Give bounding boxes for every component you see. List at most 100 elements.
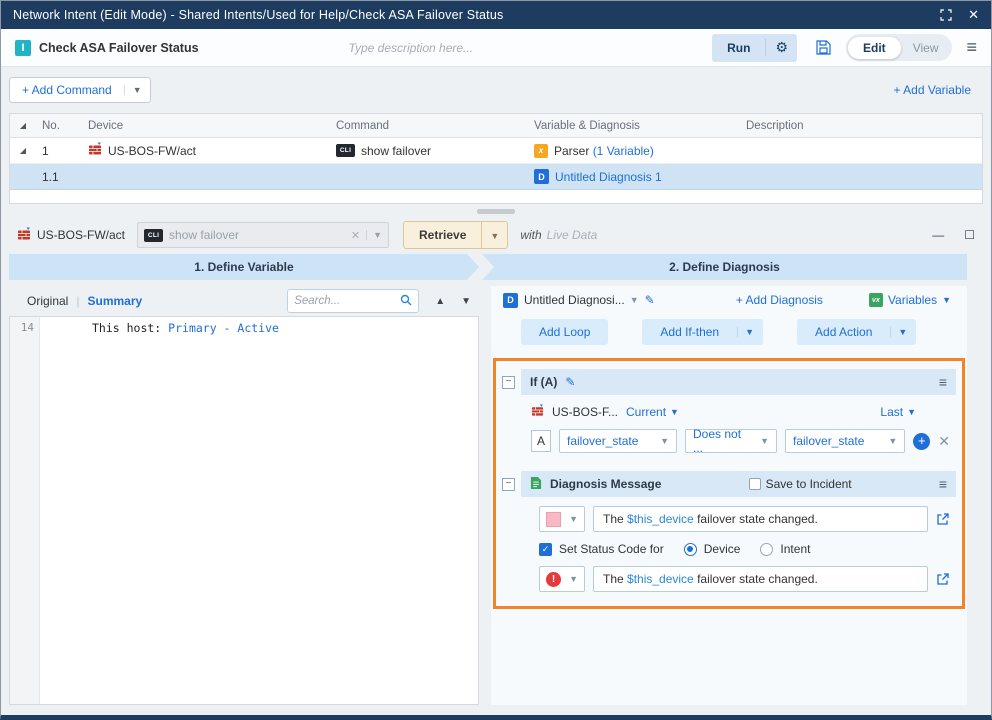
chevron-down-icon: ▼ (630, 295, 639, 305)
status-code-select[interactable]: ! ▼ (539, 566, 585, 592)
table-row[interactable]: 1.1 D Untitled Diagnosis 1 (10, 164, 982, 190)
retrieve-button[interactable]: Retrieve (404, 222, 481, 248)
radio-intent[interactable] (760, 543, 773, 556)
radio-device[interactable] (684, 543, 697, 556)
command-table: ◢ No. Device Command Variable & Diagnosi… (9, 113, 983, 204)
tab-summary[interactable]: Summary (87, 294, 142, 308)
description-input[interactable] (349, 41, 673, 55)
step-bands: 1. Define Variable 2. Define Diagnosis (9, 254, 967, 280)
run-settings-gear-icon[interactable]: ⚙ (765, 39, 797, 56)
view-mode-button[interactable]: View (901, 37, 951, 59)
device-name: US-BOS-FW/act (37, 228, 125, 242)
table-row[interactable]: ◢ 1 US-BOS-FW/act CLI show failover (10, 138, 982, 164)
retrieve-button-group: Retrieve ▼ (403, 221, 508, 249)
edit-mode-button[interactable]: Edit (848, 37, 901, 59)
horizontal-splitter[interactable] (1, 204, 991, 218)
close-icon[interactable]: ✕ (968, 7, 979, 23)
variable2-select[interactable]: failover_state ▼ (785, 429, 905, 453)
maximize-icon[interactable] (940, 9, 952, 21)
diagnosis-panel: D Untitled Diagnosi... ▼ ✎ + Add Diagnos… (491, 286, 967, 705)
error-status-icon: ! (546, 572, 561, 587)
chevron-down-icon: ▼ (888, 436, 897, 446)
highlighted-value: Primary - Active (168, 321, 279, 335)
add-if-then-button[interactable]: Add If-then ▼ (642, 319, 763, 345)
block-menu-icon[interactable]: ≡ (939, 374, 947, 390)
network-intent-window: Network Intent (Edit Mode) - Shared Inte… (0, 0, 992, 720)
splitter-handle[interactable] (477, 209, 515, 214)
operator-select[interactable]: Does not ... ▼ (685, 429, 777, 453)
message-block-header: Diagnosis Message Save to Incident ≡ (521, 471, 956, 497)
variable-token: $this_device (627, 512, 694, 526)
chevron-down-icon[interactable]: ▼ (737, 327, 763, 337)
row-collapse-icon[interactable]: ◢ (10, 146, 36, 155)
remove-condition-icon[interactable]: ✕ (938, 433, 950, 450)
diagnosis-link[interactable]: D Untitled Diagnosis 1 (534, 169, 746, 184)
diagnosis-name-dropdown[interactable]: Untitled Diagnosi... ▼ (524, 293, 639, 307)
variables-dropdown[interactable]: vx Variables ▼ (869, 293, 957, 307)
command-combobox[interactable]: CLI show failover ✕ ▼ (137, 222, 389, 248)
message-color-select[interactable]: ▼ (539, 506, 585, 532)
prev-match-icon[interactable]: ▲ (435, 296, 445, 307)
variable1-select[interactable]: failover_state ▼ (559, 429, 677, 453)
save-icon[interactable] (815, 39, 832, 56)
chevron-down-icon[interactable]: ▼ (481, 222, 507, 248)
message-title: Diagnosis Message (550, 477, 661, 491)
save-to-incident-checkbox[interactable] (749, 478, 761, 490)
edit-view-toggle: Edit View (846, 34, 952, 61)
command-text: show failover (361, 144, 431, 158)
edit-pencil-icon[interactable]: ✎ (565, 375, 575, 389)
table-empty-space (10, 190, 982, 203)
set-status-checkbox[interactable]: ✓ (539, 543, 552, 556)
variable-output: 14 This host: Primary - Active (9, 316, 479, 705)
clear-icon[interactable]: ✕ (351, 229, 360, 242)
col-device: Device (88, 120, 336, 132)
search-input[interactable] (294, 295, 396, 307)
chevron-down-icon: ▼ (907, 407, 916, 417)
diagnosis-icon: D (503, 293, 518, 308)
diagnosis-message-input[interactable]: The $this_device failover state changed. (593, 506, 928, 532)
chevron-down-icon[interactable]: ▼ (124, 85, 150, 95)
menu-icon[interactable]: ≡ (966, 37, 977, 58)
next-match-icon[interactable]: ▼ (461, 296, 471, 307)
app-header: I Check ASA Failover Status Run ⚙ Edit V… (1, 29, 991, 67)
open-editor-icon[interactable] (936, 572, 950, 586)
collapse-message-icon[interactable]: − (502, 478, 515, 491)
add-loop-button[interactable]: Add Loop (521, 319, 608, 345)
search-icon[interactable] (400, 294, 412, 309)
collapse-if-icon[interactable]: − (502, 376, 515, 389)
collapse-all-icon[interactable]: ◢ (10, 121, 36, 130)
with-label: with (520, 228, 541, 242)
add-command-button[interactable]: + Add Command ▼ (9, 77, 151, 103)
chevron-down-icon: ▼ (760, 436, 769, 446)
firewall-device-icon (531, 404, 544, 420)
table-header-row: ◢ No. Device Command Variable & Diagnosi… (10, 114, 982, 138)
restore-icon[interactable]: ☐ (964, 228, 975, 242)
current-scope-dropdown[interactable]: Current ▼ (626, 405, 679, 419)
variable-toolbar: Original | Summary ▲ ▼ (9, 286, 479, 316)
minimize-icon[interactable]: — (932, 228, 944, 242)
add-variable-link[interactable]: + Add Variable (893, 83, 983, 97)
block-menu-icon[interactable]: ≡ (939, 476, 947, 492)
run-button[interactable]: Run (712, 41, 765, 55)
message-block-row: − Diagnosis Message (502, 471, 956, 596)
add-condition-icon[interactable]: + (913, 433, 930, 450)
chevron-down-icon: ▼ (670, 407, 679, 417)
diagnosis-message-block: Diagnosis Message Save to Incident ≡ (521, 471, 956, 596)
tab-original[interactable]: Original (27, 294, 68, 308)
chevron-down-icon[interactable]: ▼ (366, 230, 382, 240)
diagnosis-actions-row: Add Loop Add If-then ▼ Add Action ▼ (491, 314, 967, 350)
define-variable-band: 1. Define Variable (9, 254, 479, 280)
pink-swatch-icon (546, 512, 561, 527)
parser-link[interactable]: x Parser (1 Variable) (534, 144, 746, 158)
open-editor-icon[interactable] (936, 512, 950, 526)
status-message-input[interactable]: The $this_device failover state changed. (593, 566, 928, 592)
variables-icon: vx (869, 293, 883, 307)
diagnosis-icon: D (534, 169, 549, 184)
last-scope-dropdown[interactable]: Last ▼ (880, 405, 916, 419)
add-action-button[interactable]: Add Action ▼ (797, 319, 916, 345)
edit-pencil-icon[interactable]: ✎ (645, 293, 655, 307)
firewall-device-icon (17, 227, 31, 244)
col-description: Description (746, 120, 982, 132)
add-diagnosis-link[interactable]: + Add Diagnosis (736, 293, 823, 307)
chevron-down-icon[interactable]: ▼ (890, 327, 916, 337)
